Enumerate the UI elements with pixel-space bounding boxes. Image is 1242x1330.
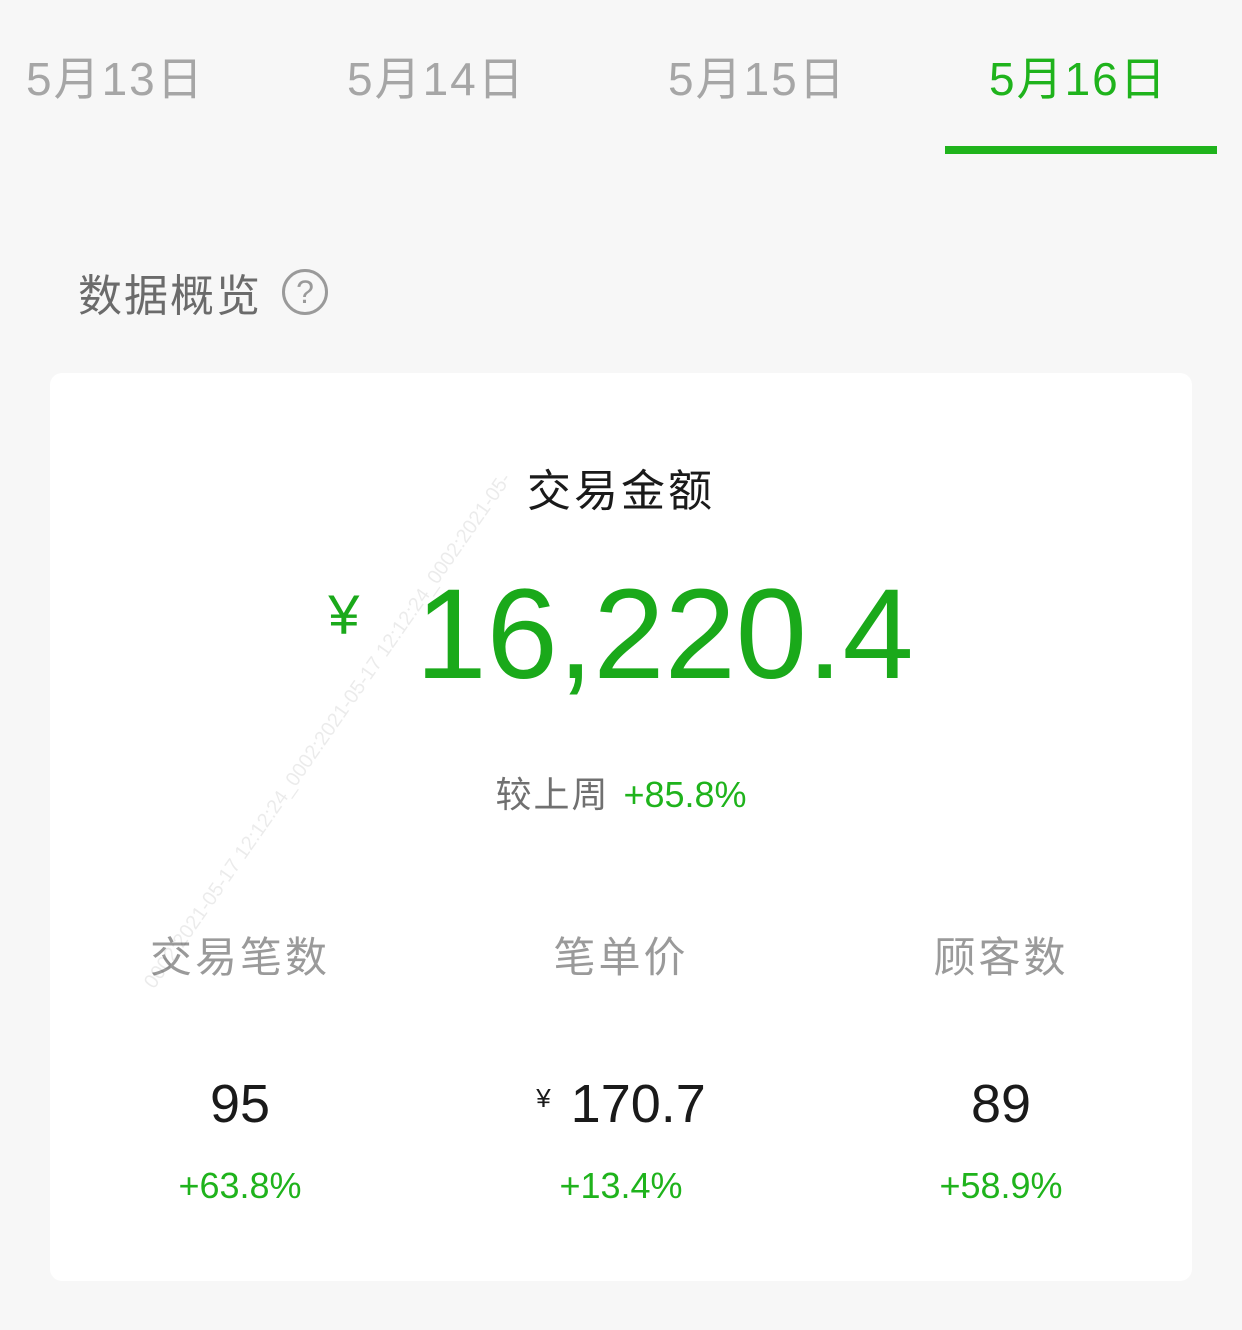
metric-number: 89 bbox=[970, 1074, 1032, 1134]
metric-change: +13.4% bbox=[559, 1165, 683, 1206]
tab-may-13[interactable]: 5月13日 bbox=[26, 44, 205, 114]
metric-customers: 顾客数 89 +58.9% bbox=[811, 928, 1191, 1208]
metric-label: 交易笔数 bbox=[149, 934, 330, 981]
metric-label: 顾客数 bbox=[933, 934, 1069, 981]
metric-currency: ¥ bbox=[536, 1083, 551, 1113]
metric-label: 笔单价 bbox=[553, 934, 689, 981]
amount-value: 16,220.4 bbox=[415, 563, 914, 706]
section-header: 数据概览 ? bbox=[78, 262, 328, 322]
week-compare: 较上周 +85.8% bbox=[0, 766, 1242, 818]
metric-change: +58.9% bbox=[939, 1165, 1063, 1206]
tab-may-14[interactable]: 5月14日 bbox=[347, 44, 526, 114]
metric-number: 170.7 bbox=[570, 1074, 706, 1134]
metric-change: +63.8% bbox=[178, 1165, 302, 1206]
currency-symbol: ¥ bbox=[328, 583, 360, 646]
tab-may-15[interactable]: 5月15日 bbox=[668, 44, 847, 114]
date-tabs: 5月13日 5月14日 5月15日 5月16日 bbox=[0, 0, 1242, 160]
active-tab-indicator bbox=[945, 146, 1217, 154]
compare-label: 较上周 bbox=[495, 774, 610, 815]
question-circle-icon[interactable]: ? bbox=[282, 269, 328, 315]
metric-value: 89 bbox=[811, 1074, 1191, 1134]
section-title: 数据概览 bbox=[78, 272, 262, 321]
amount-display: ¥16,220.4 bbox=[0, 570, 1242, 700]
metric-unit-price: 笔单价 ¥170.7 +13.4% bbox=[431, 928, 811, 1208]
amount-title: 交易金额 bbox=[527, 467, 715, 516]
tab-may-16[interactable]: 5月16日 bbox=[989, 44, 1168, 114]
compare-value: +85.8% bbox=[623, 774, 747, 815]
metric-number: 95 bbox=[209, 1074, 271, 1134]
metric-value: 95 bbox=[50, 1074, 430, 1134]
metric-value: ¥170.7 bbox=[431, 1074, 811, 1134]
metric-transactions: 交易笔数 95 +63.8% bbox=[50, 928, 430, 1208]
